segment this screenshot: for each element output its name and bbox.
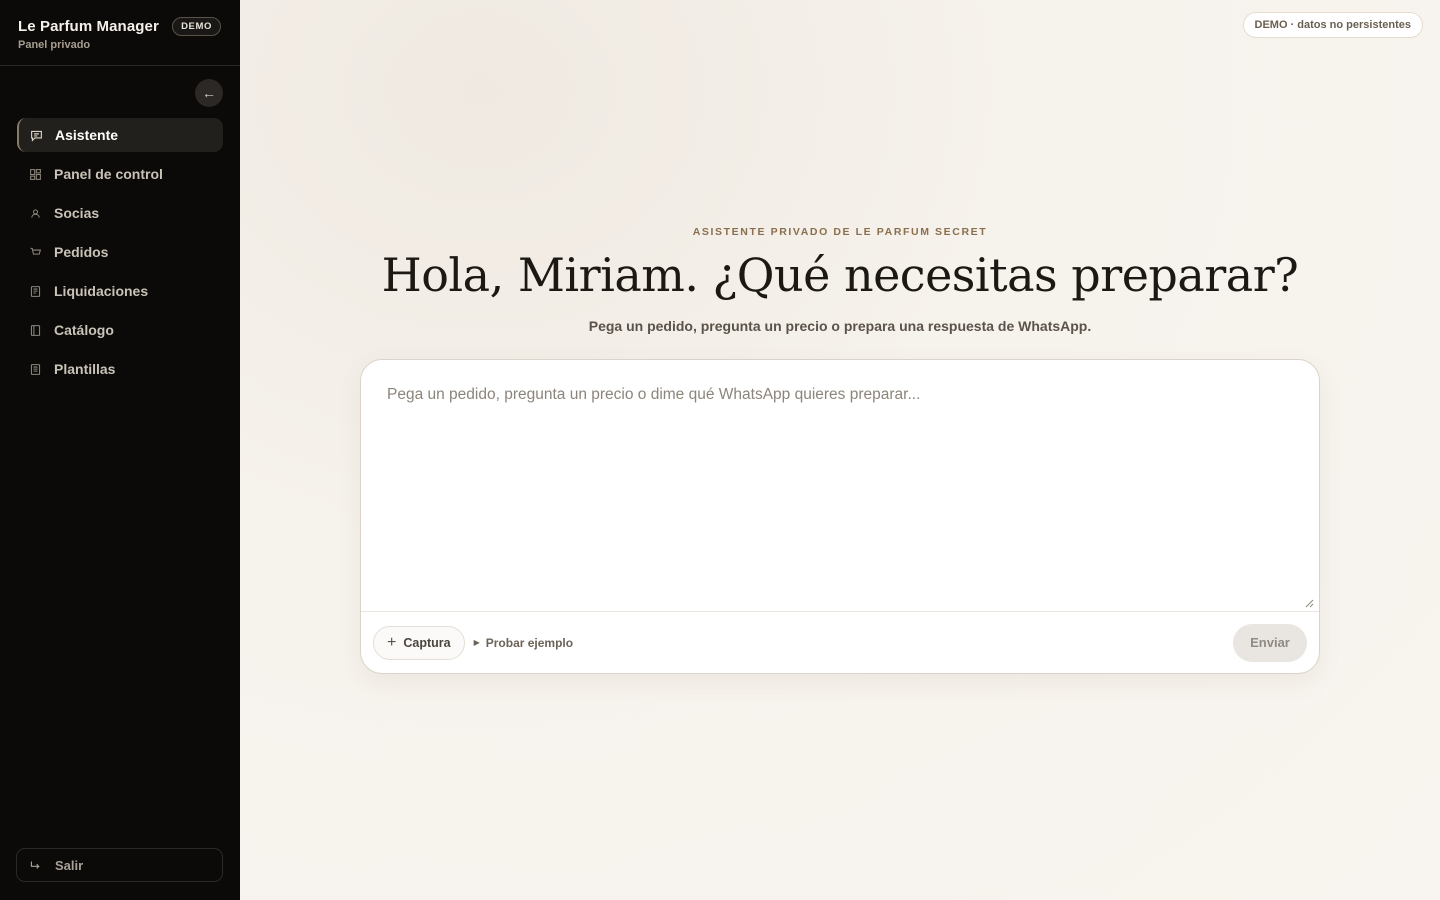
sidebar-item-label: Asistente [55,127,119,143]
page-subtitle: Pega un pedido, pregunta un precio o pre… [588,318,1092,334]
logout-icon [27,857,43,873]
composer: + Captura ▶ Probar ejemplo Enviar [360,359,1320,674]
dashboard-icon [27,166,43,182]
chat-icon [28,127,44,143]
try-example-label: Probar ejemplo [485,635,574,650]
sidebar-item-label: Plantillas [54,361,116,377]
document-icon [27,361,43,377]
sidebar: Le Parfum Manager Panel privado DEMO ← A… [0,0,240,900]
eyebrow-label: ASISTENTE PRIVADO DE LE PARFUM SECRET [692,226,988,238]
sidebar-nav: Asistente Panel de control Socias Pedido… [0,118,240,391]
send-label: Enviar [1250,635,1290,650]
book-icon [27,322,43,338]
sidebar-item-pedidos[interactable]: Pedidos [17,235,223,269]
play-triangle-icon: ▶ [473,638,480,647]
plus-icon: + [387,633,397,651]
sidebar-item-label: Pedidos [54,244,109,260]
sidebar-item-panel-de-control[interactable]: Panel de control [17,157,223,191]
try-example-button[interactable]: ▶ Probar ejemplo [474,636,574,650]
resize-handle-icon[interactable] [1304,598,1314,608]
capture-button[interactable]: + Captura [373,625,465,660]
sidebar-item-label: Liquidaciones [54,283,149,299]
sidebar-item-catalogo[interactable]: Catálogo [17,313,223,347]
send-button[interactable]: Enviar [1233,623,1307,662]
brand-subtitle: Panel privado [18,39,91,51]
logout-label: Salir [55,857,84,873]
sidebar-item-asistente[interactable]: Asistente [17,118,223,152]
user-icon [27,205,43,221]
sidebar-item-plantillas[interactable]: Plantillas [17,352,223,386]
demo-badge: DEMO [172,17,221,36]
arrow-left-icon: ← [202,85,216,101]
sidebar-item-label: Panel de control [54,166,163,182]
page-title: Hola, Miriam. ¿Qué necesitas preparar? [381,248,1299,302]
capture-label: Captura [403,635,451,650]
brand: Le Parfum Manager Panel privado DEMO [0,0,240,66]
sidebar-item-label: Socias [54,205,100,221]
main-content: DEMO · datos no persistentes ASISTENTE P… [240,0,1440,900]
message-input[interactable] [361,360,1319,612]
sidebar-item-socias[interactable]: Socias [17,196,223,230]
receipt-icon [27,283,43,299]
logout-button[interactable]: Salir [16,848,223,882]
sidebar-item-label: Catálogo [54,322,114,338]
sidebar-item-liquidaciones[interactable]: Liquidaciones [17,274,223,308]
demo-status-pill: DEMO · datos no persistentes [1242,12,1423,38]
cart-icon [27,244,43,260]
composer-toolbar: + Captura ▶ Probar ejemplo Enviar [361,611,1319,673]
collapse-sidebar-button[interactable]: ← [195,79,223,107]
